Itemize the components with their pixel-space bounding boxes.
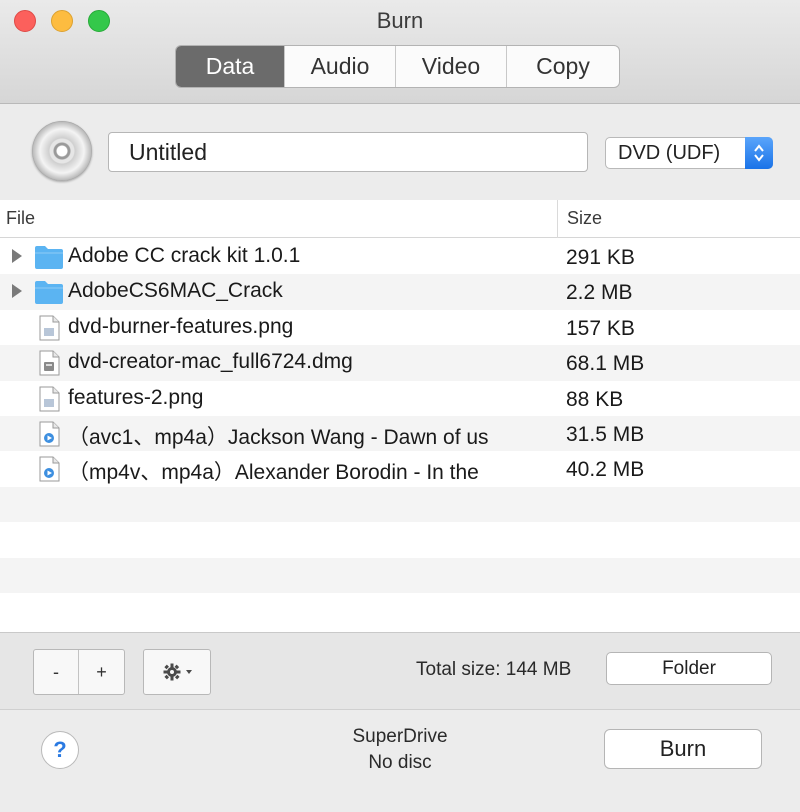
folder-icon [35,246,63,269]
window-title: Burn [376,8,424,33]
disk-image-file-icon [39,350,60,376]
new-folder-button[interactable]: Folder [606,652,772,685]
folder-icon [35,281,63,305]
add-item-button[interactable]: + [79,650,124,694]
table-rows: Adobe CC crack kit 1.0.1 291 KB AdobeCS6… [0,239,800,628]
disc-name-input[interactable] [108,132,588,172]
file-size: 40.2 MB [566,458,645,482]
drive-disc-status: No disc [368,752,432,773]
file-name: dvd-creator-mac_full6724.dmg [68,350,353,374]
file-name: （mp4v、mp4a）Alexander Borodin - In the [68,461,479,485]
empty-row [0,522,800,557]
bottom-toolbar: - + Total size: 144 MB Folder [0,632,800,710]
file-name: Adobe CC crack kit 1.0.1 [68,244,301,267]
column-header-file[interactable]: File [6,208,35,229]
empty-row [0,593,800,628]
disclosure-triangle-icon[interactable] [12,284,22,299]
empty-row [0,557,800,593]
table-row[interactable]: （avc1、mp4a）Jackson Wang - Dawn of us 31.… [0,415,800,452]
burn-button[interactable]: Burn [604,729,762,769]
format-stepper-icon[interactable] [745,137,773,169]
file-name: （avc1、mp4a）Jackson Wang - Dawn of us [68,425,489,449]
title-bar: Burn Data Audio Video Copy [0,0,800,104]
mode-tabs: Data Audio Video Copy [175,45,620,88]
image-file-icon [39,315,60,341]
burn-window: Burn Data Audio Video Copy DVD (UDF) Fil… [0,0,800,812]
file-size: 68.1 MB [566,352,645,376]
file-size: 291 KB [566,246,635,269]
drive-status: SuperDrive No disc [300,724,500,776]
table-row[interactable]: dvd-burner-features.png 157 KB [0,310,800,345]
drive-name: SuperDrive [352,726,448,747]
file-name: dvd-burner-features.png [68,314,294,338]
disc-icon [32,121,92,181]
file-size: 88 KB [566,387,624,411]
table-row[interactable]: features-2.png 88 KB [0,381,800,416]
file-name: features-2.png [68,385,204,409]
remove-item-button[interactable]: - [34,650,79,694]
video-file-icon [39,456,60,482]
file-size: 2.2 MB [566,281,633,305]
chevron-down-icon [185,670,192,674]
disc-format-value: DVD (UDF) [618,141,721,164]
tab-data[interactable]: Data [176,46,285,87]
column-divider [557,200,558,238]
disclosure-triangle-icon[interactable] [12,249,22,263]
column-header-size[interactable]: Size [567,208,602,229]
tab-video[interactable]: Video [396,46,507,87]
tab-copy[interactable]: Copy [507,46,619,87]
file-name: AdobeCS6MAC_Crack [68,279,283,303]
table-row[interactable]: dvd-creator-mac_full6724.dmg 68.1 MB [0,345,800,381]
file-size: 157 KB [566,316,635,340]
disc-format-select[interactable]: DVD (UDF) [605,137,773,169]
table-row[interactable]: AdobeCS6MAC_Crack 2.2 MB [0,274,800,310]
video-file-icon [39,421,60,447]
action-menu-button[interactable] [143,649,211,695]
gear-icon [163,663,180,681]
status-bar: ? SuperDrive No disc Burn [0,710,800,812]
empty-row [0,486,800,523]
table-header: File Size [0,200,800,238]
table-row[interactable]: （mp4v、mp4a）Alexander Borodin - In the 40… [0,451,800,486]
table-row[interactable]: Adobe CC crack kit 1.0.1 291 KB [0,239,800,274]
image-file-icon [39,386,60,412]
total-size-label: Total size: 144 MB [416,659,572,680]
add-remove-segmented-control: - + [33,649,125,695]
file-table: File Size Adobe CC crack kit 1.0.1 291 K… [0,200,800,632]
tab-audio[interactable]: Audio [285,46,396,87]
help-button[interactable]: ? [41,731,79,769]
file-size: 31.5 MB [566,422,645,446]
